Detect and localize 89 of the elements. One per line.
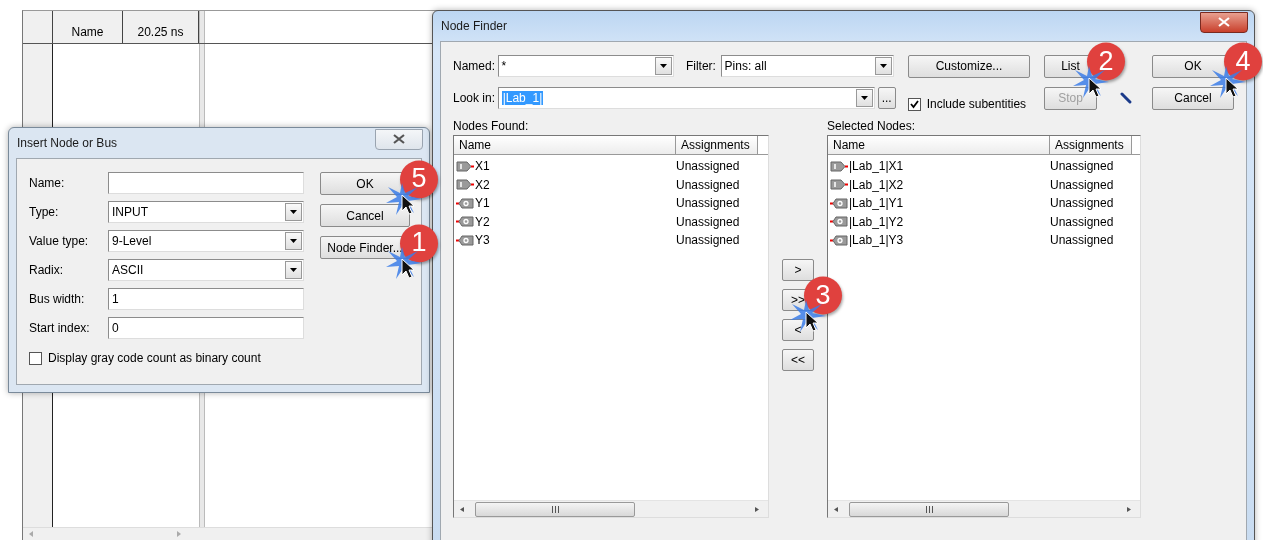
output-pin-icon [830, 216, 848, 228]
checkbox[interactable] [907, 97, 921, 111]
field-label: Look in: [453, 91, 497, 105]
node-name: |Lab_1|X1 [849, 159, 904, 174]
window-title: Node Finder [441, 19, 508, 33]
close-button[interactable] [375, 128, 423, 150]
node-list[interactable]: Name Assignments X1 Unassigned X2 Unassigned Y1 Unassigned Y2 Unassigned Y3 Unassigned [453, 135, 769, 518]
column-header[interactable]: Name [828, 136, 1050, 155]
right-arrow-icon [1127, 506, 1134, 512]
checkbox[interactable] [29, 351, 42, 365]
output-pin-icon [830, 197, 848, 209]
assignment-cell: Unassigned [676, 159, 740, 174]
field-label: Bus width: [29, 292, 86, 306]
button[interactable]: << [782, 349, 814, 371]
dropdown-field[interactable]: ASCII [108, 259, 304, 281]
scroll-grip-icon [550, 505, 560, 513]
dropdown-arrow-icon [659, 63, 667, 69]
dropdown-field[interactable]: Pins: all [720, 55, 894, 77]
input-pin-icon [830, 160, 848, 172]
column-header[interactable]: 20.25 ns [123, 11, 199, 43]
dropdown-arrow-icon [290, 238, 297, 244]
scroll-grip-icon [924, 505, 934, 513]
assignment-cell: Unassigned [676, 196, 740, 211]
list-label: Nodes Found: [453, 119, 530, 135]
dropdown-field[interactable]: * [497, 55, 674, 77]
field-label: Start index: [29, 321, 91, 335]
checkbox-label: Include subentities [926, 97, 1027, 111]
assignment-cell: Unassigned [1050, 159, 1114, 174]
field-label: Type: [29, 205, 60, 219]
input-pin-icon [830, 179, 848, 191]
step-number: 2 [1087, 42, 1125, 81]
close-icon [1218, 17, 1230, 27]
horizontal-scrollbar[interactable] [454, 500, 768, 517]
left-arrow-icon [834, 506, 841, 512]
field-label: Value type: [29, 234, 90, 248]
dropdown-arrow-icon [290, 267, 297, 273]
assignment-cell: Unassigned [1050, 196, 1114, 211]
horizontal-scrollbar[interactable] [828, 500, 1140, 517]
text-field[interactable] [108, 172, 304, 194]
field-label: Named: [453, 59, 497, 73]
node-name: Y2 [475, 214, 490, 229]
column-header[interactable]: Assignments [676, 136, 758, 155]
dropdown-arrow-icon [860, 95, 868, 101]
text-field[interactable]: 1 [108, 288, 304, 310]
field-label: Name: [29, 176, 66, 190]
node-name: Y1 [475, 196, 490, 211]
left-arrow-icon [460, 506, 467, 512]
field-label: Radix: [29, 263, 64, 277]
column-header[interactable]: Assignments [1050, 136, 1132, 155]
node-name: |Lab_1|X2 [849, 177, 904, 192]
column-header[interactable]: Name [454, 136, 676, 155]
node-name: |Lab_1|Y2 [849, 214, 904, 229]
close-icon [393, 134, 405, 144]
column-header[interactable]: Name [53, 11, 123, 43]
close-button[interactable] [1200, 11, 1248, 33]
button[interactable]: ... [877, 87, 896, 109]
dropdown-field[interactable]: 9-Level [108, 230, 304, 252]
button[interactable]: > [782, 259, 814, 281]
assignment-cell: Unassigned [1050, 214, 1114, 229]
output-pin-icon [456, 197, 474, 209]
assignment-cell: Unassigned [1050, 177, 1114, 192]
input-pin-icon [456, 160, 474, 172]
assignment-cell: Unassigned [676, 177, 740, 192]
dropdown-field[interactable]: INPUT [108, 201, 304, 223]
field-label: Filter: [685, 59, 717, 73]
node-name: |Lab_1|Y3 [849, 233, 904, 248]
assignment-cell: Unassigned [1050, 233, 1114, 248]
text-field[interactable]: 0 [108, 317, 304, 339]
right-arrow-icon [755, 506, 762, 512]
dropdown-arrow-icon [290, 209, 297, 215]
dropdown-arrow-icon [880, 63, 887, 69]
step-number: 4 [1224, 42, 1262, 81]
node-name: X2 [475, 177, 490, 192]
input-pin-icon [456, 179, 474, 191]
output-pin-icon [456, 216, 474, 228]
output-pin-icon [456, 234, 474, 246]
assignment-cell: Unassigned [676, 233, 740, 248]
search-icon [1120, 92, 1132, 104]
button[interactable]: Cancel [1152, 86, 1234, 110]
checkbox-label: Display gray code count as binary count [48, 351, 261, 365]
window-title: Insert Node or Bus [17, 136, 118, 150]
list-label: Selected Nodes: [827, 119, 917, 135]
assignment-cell: Unassigned [676, 214, 740, 229]
node-name: Y3 [475, 233, 490, 248]
node-name: |Lab_1|Y1 [849, 196, 904, 211]
button[interactable]: Customize... [908, 54, 1030, 78]
node-name: X1 [475, 159, 490, 174]
output-pin-icon [830, 234, 848, 246]
button[interactable]: Cancel [320, 204, 410, 227]
